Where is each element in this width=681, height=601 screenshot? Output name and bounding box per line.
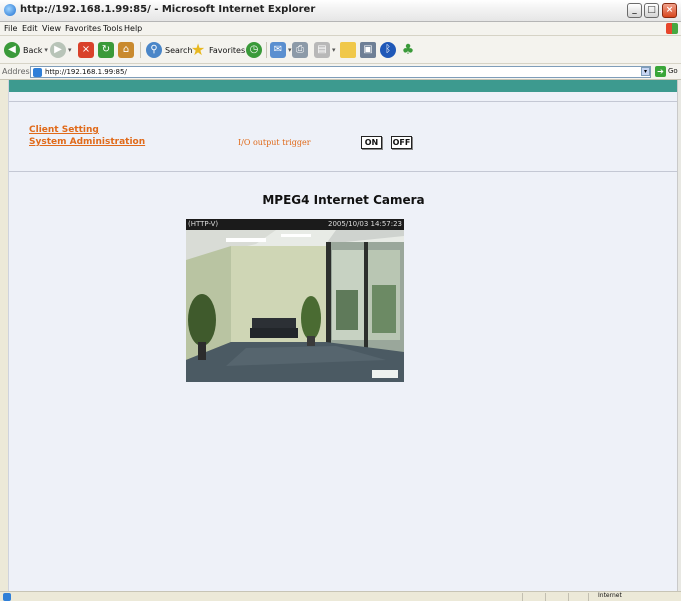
address-input[interactable] (45, 67, 635, 77)
menu-tools[interactable]: Tools (103, 24, 123, 33)
page-icon (33, 68, 42, 77)
search-button[interactable]: ⚲ Search (146, 41, 192, 59)
divider (9, 101, 678, 102)
office-lobby-image (186, 230, 404, 382)
back-button[interactable]: ◀ Back ▾ (4, 41, 48, 59)
edit-page-icon: ▤ (314, 42, 330, 58)
browser-window: http://192.168.1.99:85/ - Microsoft Inte… (0, 0, 681, 601)
go-arrow-icon[interactable]: ➔ (655, 66, 666, 77)
close-button[interactable]: × (662, 3, 677, 18)
window-title: http://192.168.1.99:85/ - Microsoft Inte… (20, 4, 316, 15)
mail-icon: ✉ (270, 42, 286, 58)
page-status-icon (3, 593, 11, 601)
camera-image (186, 230, 404, 382)
status-divider (588, 593, 589, 601)
standard-toolbar: ◀ Back ▾ ▶ ▾ × ↻ ⌂ ⚲ Search ★ Favorites … (0, 36, 681, 64)
menu-favorites[interactable]: Favorites (65, 24, 101, 33)
ie-logo-icon (4, 4, 16, 16)
mail-dropdown-icon[interactable]: ▾ (288, 46, 292, 54)
maximize-button[interactable]: □ (644, 3, 659, 18)
toolbar-divider (266, 42, 267, 58)
home-icon: ⌂ (118, 42, 134, 58)
io-output-trigger-label: I/O output trigger (238, 138, 311, 147)
forward-dropdown-icon[interactable]: ▾ (68, 46, 72, 54)
minimize-button[interactable]: _ (627, 3, 642, 18)
menu-edit[interactable]: Edit (22, 24, 38, 33)
favorites-button[interactable]: ★ Favorites (190, 41, 245, 59)
go-button[interactable]: Go (668, 67, 678, 75)
mail-button[interactable]: ✉ ▾ (270, 41, 292, 59)
msn-people-icon: ♣ (401, 42, 415, 58)
print-icon: ⎙ (292, 42, 308, 58)
client-setting-link[interactable]: Client Setting (29, 125, 99, 135)
system-administration-link[interactable]: System Administration (29, 137, 145, 147)
back-arrow-icon: ◀ (4, 42, 20, 58)
edit-dropdown-icon[interactable]: ▾ (332, 46, 336, 54)
status-divider (545, 593, 546, 601)
stream-timestamp: 2005/10/03 14:57:23 (327, 220, 402, 228)
edit-button[interactable]: ▤ ▾ (314, 41, 336, 59)
research-icon: ▣ (360, 42, 376, 58)
menu-help[interactable]: Help (124, 24, 142, 33)
toolbar-divider (140, 42, 141, 58)
status-bar: Internet (0, 591, 681, 601)
messenger-button[interactable]: ▣ (360, 41, 376, 59)
history-button[interactable]: ◷ (246, 41, 262, 59)
forward-button[interactable]: ▶ ▾ (50, 41, 72, 59)
menu-bar: File Edit View Favorites Tools Help (0, 22, 681, 36)
status-divider (568, 593, 569, 601)
refresh-button[interactable]: ↻ (98, 41, 114, 59)
bluetooth-icon: ᛒ (380, 42, 396, 58)
favorites-star-icon: ★ (190, 40, 206, 59)
io-on-button[interactable]: ON (361, 136, 382, 149)
camera-title: MPEG4 Internet Camera (262, 193, 425, 207)
menu-view[interactable]: View (42, 24, 61, 33)
bluetooth-button[interactable]: ᛒ (380, 41, 396, 59)
vertical-scrollbar[interactable] (677, 80, 681, 591)
windows-logo-icon (666, 23, 678, 34)
stop-button[interactable]: × (78, 41, 94, 59)
status-divider (522, 593, 523, 601)
address-field[interactable] (30, 66, 651, 78)
favorites-label: Favorites (209, 45, 246, 55)
title-bar: http://192.168.1.99:85/ - Microsoft Inte… (0, 0, 681, 22)
back-dropdown-icon[interactable]: ▾ (44, 46, 48, 54)
page-viewport: Client Setting System Administration I/O… (8, 80, 678, 591)
history-icon: ◷ (246, 42, 262, 58)
forward-arrow-icon: ▶ (50, 42, 66, 58)
divider (9, 171, 678, 172)
stream-protocol: (HTTP-V) (188, 220, 219, 228)
security-zone-label: Internet (598, 592, 622, 599)
search-icon: ⚲ (146, 42, 162, 58)
back-label: Back (23, 45, 43, 55)
home-button[interactable]: ⌂ (118, 41, 134, 59)
msn-button[interactable]: ♣ (400, 41, 416, 59)
folder-icon (340, 42, 356, 58)
camera-overlay-bar: (HTTP-V) 2005/10/03 14:57:23 (186, 219, 404, 230)
menu-file[interactable]: File (4, 24, 17, 33)
header-banner (9, 80, 678, 92)
refresh-icon: ↻ (98, 42, 114, 58)
address-bar: Address ▾ ➔ Go (0, 64, 681, 80)
io-off-button[interactable]: OFF (391, 136, 412, 149)
stop-icon: × (78, 42, 94, 58)
address-dropdown-icon[interactable]: ▾ (641, 67, 650, 76)
print-button[interactable]: ⎙ (292, 41, 308, 59)
discuss-button[interactable] (340, 41, 356, 59)
camera-stream[interactable]: (HTTP-V) 2005/10/03 14:57:23 (186, 219, 404, 382)
search-label: Search (165, 45, 193, 55)
